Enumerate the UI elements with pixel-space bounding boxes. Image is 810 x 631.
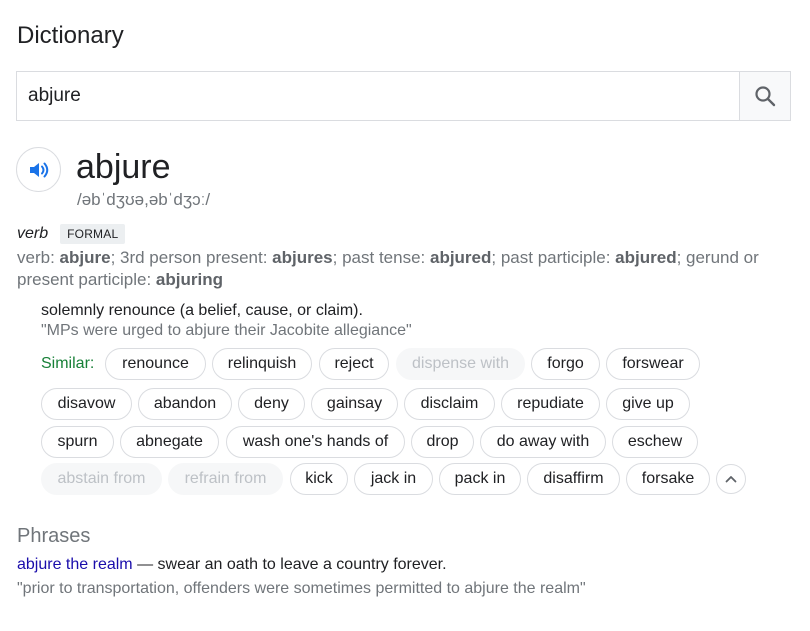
similar-chip[interactable]: disclaim	[404, 388, 495, 420]
similar-chip[interactable]: forsake	[626, 463, 710, 495]
forms-text: ; past tense:	[332, 248, 430, 267]
form-word: abjured	[615, 248, 677, 267]
similar-chip[interactable]: abnegate	[120, 426, 219, 458]
similar-chip[interactable]: pack in	[439, 463, 521, 495]
form-word: abjures	[272, 248, 333, 267]
similar-chip[interactable]: give up	[606, 388, 690, 420]
phrase-example: "prior to transportation, offenders were…	[17, 580, 586, 597]
similar-chip[interactable]: eschew	[612, 426, 698, 458]
definition: solemnly renounce (a belief, cause, or c…	[41, 302, 363, 319]
search-input[interactable]	[17, 72, 739, 120]
forms-text: ; 3rd person present:	[110, 248, 273, 267]
part-of-speech-row: verb FORMAL	[17, 224, 126, 244]
word-forms: verb: abjure; 3rd person present: abjure…	[17, 247, 797, 291]
phrase-meaning: — swear an oath to leave a country forev…	[132, 556, 447, 573]
similar-chip[interactable]: repudiate	[501, 388, 600, 420]
similar-chip[interactable]: drop	[411, 426, 474, 458]
register-badge: FORMAL	[60, 224, 126, 244]
search-button[interactable]	[739, 72, 790, 120]
similar-chip[interactable]: jack in	[354, 463, 433, 495]
form-word: abjured	[429, 248, 492, 267]
page-title: Dictionary	[17, 22, 124, 49]
similar-chip[interactable]: abandon	[138, 388, 232, 420]
phrases-heading: Phrases	[17, 525, 91, 547]
headword: abjure	[76, 148, 171, 186]
similar-chip[interactable]: dispense with	[396, 348, 525, 380]
similar-chip[interactable]: renounce	[105, 348, 206, 380]
forms-text: ; past participle:	[491, 248, 616, 267]
collapse-similar-button[interactable]	[716, 464, 746, 494]
phrase-item: abjure the realm — swear an oath to leav…	[17, 556, 447, 574]
search-bar	[16, 71, 791, 121]
pronounce-button[interactable]	[16, 147, 61, 192]
similar-chip[interactable]: kick	[290, 463, 348, 495]
similar-chip[interactable]: gainsay	[311, 388, 398, 420]
example-sentence: "MPs were urged to abjure their Jacobite…	[41, 322, 412, 339]
forms-text: verb:	[17, 248, 60, 267]
form-word: abjuring	[155, 270, 223, 289]
speaker-icon	[29, 162, 48, 177]
similar-chip[interactable]: spurn	[41, 426, 114, 458]
similar-chip[interactable]: relinquish	[212, 348, 312, 380]
similar-chip[interactable]: disaffirm	[527, 463, 620, 495]
search-icon	[755, 86, 776, 107]
similar-label: Similar:	[41, 355, 95, 372]
form-word: abjure	[59, 248, 111, 267]
similar-chip[interactable]: abstain from	[41, 463, 162, 495]
similar-chip[interactable]: do away with	[480, 426, 606, 458]
similar-chip[interactable]: forswear	[606, 348, 700, 380]
similar-chip[interactable]: reject	[319, 348, 389, 380]
part-of-speech: verb	[17, 225, 49, 242]
similar-chip[interactable]: disavow	[41, 388, 132, 420]
similar-chip[interactable]: refrain from	[168, 463, 283, 495]
chevron-up-icon	[725, 476, 737, 483]
phrase-link[interactable]: abjure the realm	[17, 556, 133, 573]
pronunciation: /əbˈdʒʊə,əbˈdʒɔː/	[77, 190, 211, 209]
similar-chip[interactable]: wash one's hands of	[226, 426, 405, 458]
similar-chip[interactable]: deny	[238, 388, 305, 420]
similar-chip[interactable]: forgo	[531, 348, 600, 380]
